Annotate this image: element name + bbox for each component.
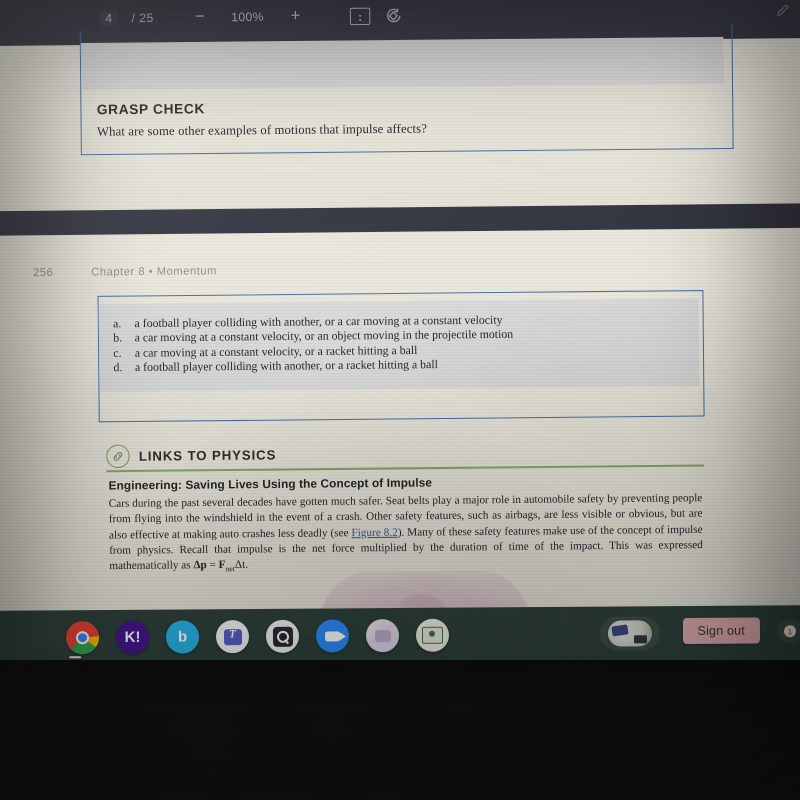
figure-8-2-link[interactable]: Figure 8.2 bbox=[351, 526, 397, 539]
formula-delta-t: Δt bbox=[234, 558, 246, 572]
chrome-app-icon[interactable] bbox=[65, 621, 100, 655]
formula-delta-p: Δp bbox=[193, 559, 207, 572]
art-app-icon[interactable] bbox=[365, 619, 400, 653]
chain-link-icon bbox=[106, 443, 130, 468]
grasp-check-question: What are some other examples of motions … bbox=[96, 121, 427, 139]
sign-out-button[interactable]: Sign out bbox=[682, 617, 761, 645]
active-app-indicator bbox=[69, 656, 82, 659]
laptop-bezel: hp bbox=[0, 660, 800, 800]
pen-annotate-icon[interactable] bbox=[775, 2, 791, 18]
zoom-level-label: 100% bbox=[231, 9, 264, 25]
zoom-in-button[interactable]: + bbox=[282, 4, 309, 29]
shelf-app-row: K! b bbox=[65, 618, 450, 655]
status-badge: 1 bbox=[783, 625, 797, 638]
page-folio-number: 256 bbox=[32, 266, 54, 280]
search-app-icon[interactable] bbox=[265, 619, 300, 653]
answer-text: a football player colliding with another… bbox=[134, 357, 438, 374]
formula-period: . bbox=[245, 558, 249, 572]
rotate-icon[interactable] bbox=[384, 6, 403, 25]
answer-key: b. bbox=[113, 331, 123, 345]
zoom-out-button[interactable]: − bbox=[186, 5, 213, 30]
google-classroom-app-icon[interactable] bbox=[415, 618, 450, 652]
microsoft-teams-app-icon[interactable] bbox=[215, 620, 250, 654]
kahoot-app-icon[interactable]: K! bbox=[115, 620, 150, 654]
formula-equals: = bbox=[209, 559, 216, 572]
impulse-formula: Δp = FnetΔt. bbox=[193, 558, 249, 574]
laptop-display: 4 / 25 − 100% + GRASP CHECK What are som… bbox=[0, 0, 800, 624]
page-number-input[interactable]: 4 bbox=[99, 10, 118, 27]
page-running-head: Chapter 8 • Momentum bbox=[91, 265, 218, 279]
fit-to-page-icon[interactable] bbox=[349, 7, 370, 25]
answer-choices-list: a. a football player colliding with anot… bbox=[113, 311, 700, 375]
grasp-check-title: GRASP CHECK bbox=[96, 101, 206, 118]
links-to-physics-title: LINKS TO PHYSICS bbox=[138, 446, 277, 464]
formula-force-subscript: net bbox=[225, 564, 235, 574]
answer-key: d. bbox=[113, 360, 123, 375]
links-section-body: Cars during the past several decades hav… bbox=[109, 491, 703, 578]
bitmoji-app-icon[interactable]: b bbox=[165, 620, 200, 654]
answer-key: a. bbox=[113, 317, 122, 331]
shelf-tray-thumbnail[interactable] bbox=[599, 616, 661, 651]
pdf-page-previous: GRASP CHECK What are some other examples… bbox=[0, 24, 800, 216]
laptop-screen-photo: 4 / 25 − 100% + GRASP CHECK What are som… bbox=[0, 0, 800, 800]
grasp-check-shaded-area bbox=[80, 36, 724, 90]
page-count-label: / 25 bbox=[131, 10, 154, 26]
zoom-app-icon[interactable] bbox=[315, 619, 350, 653]
answer-key: c. bbox=[113, 346, 122, 360]
chromeos-shelf: K! b Sign out 1 bbox=[0, 605, 800, 667]
status-tray-button[interactable]: 1 bbox=[777, 619, 800, 644]
